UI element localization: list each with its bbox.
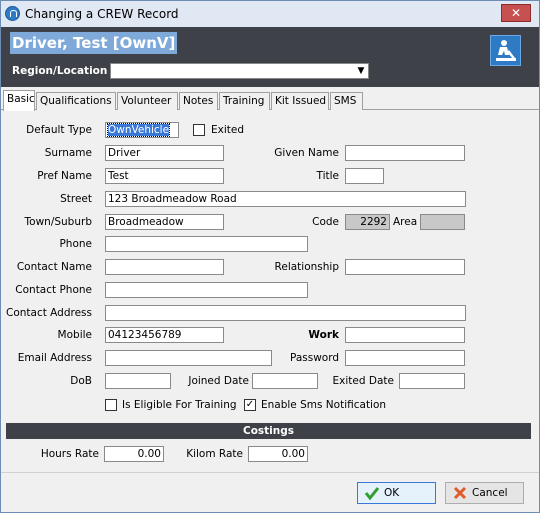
town-label: Town/Suburb — [24, 216, 92, 228]
given-name-input[interactable] — [345, 145, 465, 161]
sms-notification-label: Enable Sms Notification — [261, 399, 387, 411]
cancel-button[interactable]: Cancel — [445, 482, 524, 504]
default-type-value: OwnVehicle — [106, 123, 171, 137]
pref-name-input[interactable]: Test — [105, 168, 224, 184]
email-label: Email Address — [17, 352, 92, 364]
costings-heading: Costings — [6, 423, 531, 439]
area-label: Area — [393, 216, 418, 228]
tab-basic[interactable]: Basic — [3, 90, 35, 111]
record-name: Driver, Test [OwnV] — [10, 32, 178, 54]
contact-phone-input[interactable] — [105, 282, 308, 298]
contact-address-input[interactable] — [105, 305, 466, 321]
ok-label: OK — [384, 487, 400, 499]
joined-date-input[interactable] — [252, 373, 318, 389]
button-bar: OK Cancel — [1, 472, 539, 512]
tab-qualifications[interactable]: Qualifications — [36, 92, 116, 110]
surname-label: Surname — [44, 147, 92, 159]
password-input[interactable] — [345, 350, 465, 366]
title-input[interactable] — [345, 168, 384, 184]
tab-training[interactable]: Training — [219, 92, 270, 110]
chevron-down-icon[interactable]: ▼ — [355, 65, 367, 77]
code-input[interactable]: 2292 — [345, 214, 390, 230]
pref-name-label: Pref Name — [37, 170, 92, 182]
road-worker-icon — [490, 35, 521, 66]
ok-button[interactable]: OK — [357, 482, 436, 504]
record-header: Driver, Test [OwnV] Region/Location ▼ — [1, 27, 539, 87]
work-input[interactable] — [345, 327, 465, 343]
sms-notification-checkbox[interactable]: ✓ — [244, 399, 256, 411]
crew-record-dialog: Changing a CREW Record ✕ Driver, Test [O… — [0, 0, 540, 513]
street-input[interactable]: 123 Broadmeadow Road — [105, 191, 466, 207]
given-name-label: Given Name — [274, 147, 339, 159]
tab-sms[interactable]: SMS — [330, 92, 363, 110]
town-input[interactable]: Broadmeadow — [105, 214, 224, 230]
eligible-training-checkbox[interactable] — [105, 399, 117, 411]
kilom-rate-input[interactable]: 0.00 — [248, 446, 308, 462]
mobile-label: Mobile — [57, 329, 92, 341]
dob-input[interactable] — [105, 373, 171, 389]
close-button[interactable]: ✕ — [501, 4, 531, 22]
mobile-input[interactable]: 04123456789 — [105, 327, 224, 343]
tab-strip: Basic Qualifications Volunteer Notes Tra… — [1, 90, 539, 111]
dob-label: DoB — [70, 375, 92, 387]
exited-date-input[interactable] — [399, 373, 465, 389]
exited-date-label: Exited Date — [332, 375, 394, 387]
hours-rate-label: Hours Rate — [40, 448, 99, 460]
app-icon — [5, 6, 20, 21]
contact-phone-label: Contact Phone — [15, 284, 92, 296]
exited-label: Exited — [211, 124, 245, 136]
region-select[interactable]: ▼ — [110, 63, 369, 79]
exited-checkbox[interactable] — [193, 124, 205, 136]
tab-kit-issued[interactable]: Kit Issued — [271, 92, 329, 110]
default-type-label: Default Type — [26, 124, 92, 136]
relationship-input[interactable] — [345, 259, 465, 275]
default-type-input[interactable]: OwnVehicle — [105, 122, 179, 138]
cancel-x-icon — [453, 486, 467, 500]
street-label: Street — [60, 193, 92, 205]
region-label: Region/Location — [12, 65, 108, 77]
title-label: Title — [316, 170, 339, 182]
cancel-label: Cancel — [472, 487, 508, 499]
area-input[interactable] — [420, 214, 465, 230]
window-title: Changing a CREW Record — [25, 7, 179, 21]
contact-name-label: Contact Name — [16, 261, 92, 273]
email-input[interactable] — [105, 350, 272, 366]
hours-rate-input[interactable]: 0.00 — [104, 446, 164, 462]
tab-notes[interactable]: Notes — [179, 92, 218, 110]
checkmark-icon — [364, 487, 380, 501]
surname-input[interactable]: Driver — [105, 145, 224, 161]
tab-volunteer[interactable]: Volunteer — [117, 92, 178, 110]
checkmark-icon: ✓ — [245, 399, 255, 410]
contact-address-label: Contact Address — [5, 307, 92, 319]
kilom-rate-label: Kilom Rate — [186, 448, 243, 460]
relationship-label: Relationship — [274, 261, 339, 273]
phone-input[interactable] — [105, 236, 308, 252]
code-label: Code — [312, 216, 339, 228]
contact-name-input[interactable] — [105, 259, 224, 275]
password-label: Password — [289, 352, 339, 364]
basic-form: Default Type OwnVehicle Exited Surname D… — [1, 110, 539, 472]
work-label: Work — [308, 329, 339, 341]
eligible-training-label: Is Eligible For Training — [122, 399, 237, 411]
phone-label: Phone — [59, 238, 92, 250]
joined-date-label: Joined Date — [188, 375, 249, 387]
title-bar: Changing a CREW Record ✕ — [1, 1, 539, 27]
